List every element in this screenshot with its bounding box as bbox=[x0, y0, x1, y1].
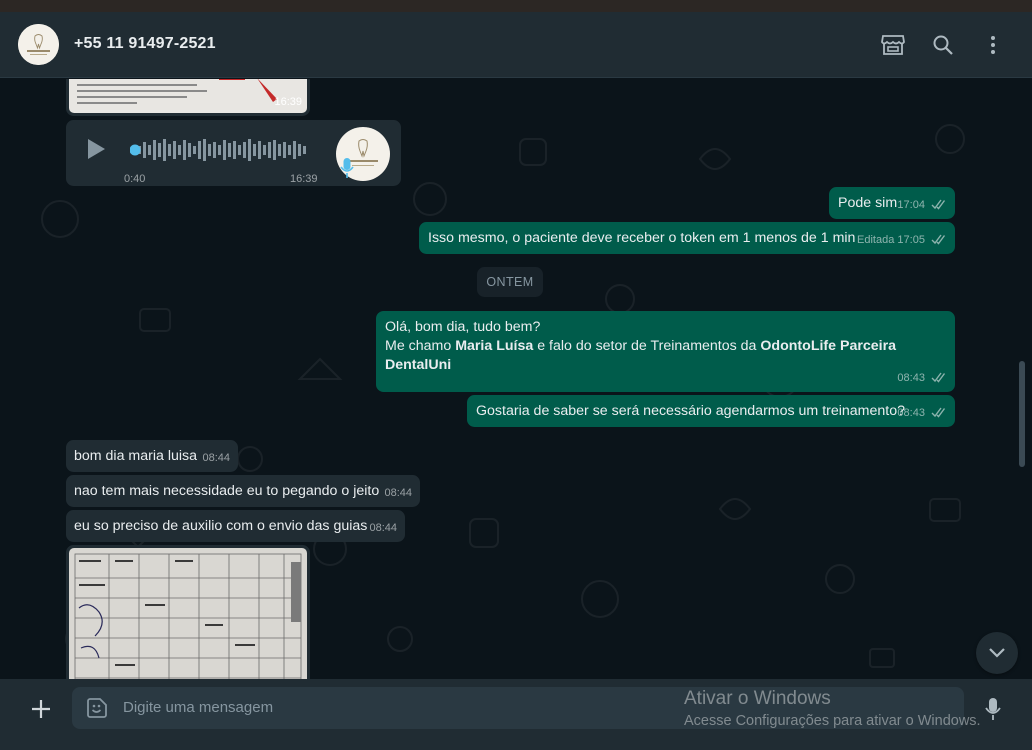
message-status: 08:43 bbox=[897, 369, 947, 388]
search-icon[interactable] bbox=[930, 32, 956, 58]
message-time: 08:43 bbox=[897, 407, 925, 419]
message-time: 17:05 bbox=[897, 234, 925, 246]
message-time: 08:43 bbox=[897, 372, 925, 384]
plus-icon bbox=[32, 700, 50, 718]
message-line: Me chamo Maria Luísa e falo do setor de … bbox=[385, 337, 946, 356]
message-time: 16:39 bbox=[274, 96, 302, 108]
outgoing-message[interactable]: Isso mesmo, o paciente deve receber o to… bbox=[419, 222, 955, 254]
double-check-icon bbox=[931, 407, 946, 418]
message-time: 08:44 bbox=[202, 452, 230, 464]
whatsapp-window: +55 11 91497-2521 16:39 0:40 16:39 Pode … bbox=[0, 12, 1032, 750]
message-status: 17:04 bbox=[897, 196, 947, 215]
audio-elapsed: 0:40 bbox=[124, 173, 146, 185]
contact-avatar[interactable] bbox=[18, 24, 59, 65]
image-message[interactable] bbox=[66, 545, 310, 679]
window-top-strip bbox=[0, 0, 1032, 12]
message-time: 08:44 bbox=[369, 522, 397, 534]
double-check-icon bbox=[931, 234, 946, 245]
microphone-icon bbox=[985, 698, 1001, 720]
message-bold-text: Maria Luísa bbox=[455, 338, 534, 354]
chat-header: +55 11 91497-2521 bbox=[0, 12, 1032, 78]
microphone-icon bbox=[340, 157, 354, 185]
menu-icon[interactable] bbox=[980, 32, 1006, 58]
message-status: Editada 17:05 bbox=[857, 231, 947, 250]
message-text: Pode sim bbox=[838, 195, 898, 211]
incoming-message[interactable]: nao tem mais necessidade eu to pegando o… bbox=[66, 475, 420, 507]
message-time: 16:39 bbox=[290, 173, 318, 185]
message-input-placeholder: Digite uma mensagem bbox=[123, 699, 274, 716]
message-line: Olá, bom dia, tudo bem? bbox=[385, 319, 541, 335]
double-check-icon bbox=[931, 372, 946, 383]
incoming-message[interactable]: bom dia maria luisa 08:44 bbox=[66, 440, 238, 472]
message-bold-text: DentalUni bbox=[385, 357, 452, 373]
outgoing-message[interactable]: Gostaria de saber se será necessário age… bbox=[467, 395, 955, 427]
message-text: eu so preciso de auxilio com o envio das… bbox=[74, 518, 368, 534]
form-photo-thumbnail bbox=[69, 548, 307, 679]
message-text: e falo do setor de Treinamentos da bbox=[533, 338, 761, 354]
outgoing-message[interactable]: Pode sim 17:04 bbox=[829, 187, 955, 219]
play-icon[interactable] bbox=[86, 138, 106, 166]
message-text: Me chamo bbox=[385, 338, 456, 354]
dental-clinic-logo bbox=[18, 24, 59, 65]
message-line: DentalUni bbox=[385, 356, 946, 375]
audio-waveform[interactable] bbox=[130, 136, 310, 164]
image-message-top[interactable]: 16:39 bbox=[66, 79, 310, 116]
message-bold-text: OdontoLife Parceira bbox=[760, 338, 896, 354]
voice-message[interactable]: 0:40 16:39 bbox=[66, 120, 401, 186]
outgoing-message[interactable]: Olá, bom dia, tudo bem? Me chamo Maria L… bbox=[376, 311, 955, 392]
scroll-to-bottom-button[interactable] bbox=[976, 632, 1018, 674]
date-divider: ONTEM bbox=[477, 267, 543, 297]
windows-activation-title: Ativar o Windows bbox=[684, 688, 831, 709]
incoming-message[interactable]: eu so preciso de auxilio com o envio das… bbox=[66, 510, 405, 542]
catalog-icon[interactable] bbox=[880, 32, 906, 58]
message-time: 08:44 bbox=[384, 487, 412, 499]
contact-name[interactable]: +55 11 91497-2521 bbox=[74, 35, 216, 53]
message-time: 17:04 bbox=[897, 199, 925, 211]
message-list[interactable]: 16:39 0:40 16:39 Pode sim 17:04 Isso mes… bbox=[0, 79, 1032, 679]
chevron-down-icon bbox=[989, 648, 1005, 658]
sticker-icon[interactable] bbox=[86, 697, 108, 719]
message-status: 08:43 bbox=[897, 404, 947, 423]
chat-scrollbar[interactable] bbox=[1019, 361, 1025, 467]
edited-label: Editada bbox=[857, 234, 895, 246]
windows-activation-subtitle: Acesse Configurações para ativar o Windo… bbox=[684, 713, 981, 729]
double-check-icon bbox=[931, 199, 946, 210]
attach-button[interactable] bbox=[28, 696, 54, 722]
message-text: nao tem mais necessidade eu to pegando o… bbox=[74, 483, 380, 499]
voice-record-button[interactable] bbox=[982, 696, 1004, 722]
message-text: Gostaria de saber se será necessário age… bbox=[476, 403, 906, 419]
document-image-thumbnail bbox=[69, 79, 307, 113]
message-text: Isso mesmo, o paciente deve receber o to… bbox=[428, 230, 856, 246]
message-text: bom dia maria luisa bbox=[74, 448, 198, 464]
